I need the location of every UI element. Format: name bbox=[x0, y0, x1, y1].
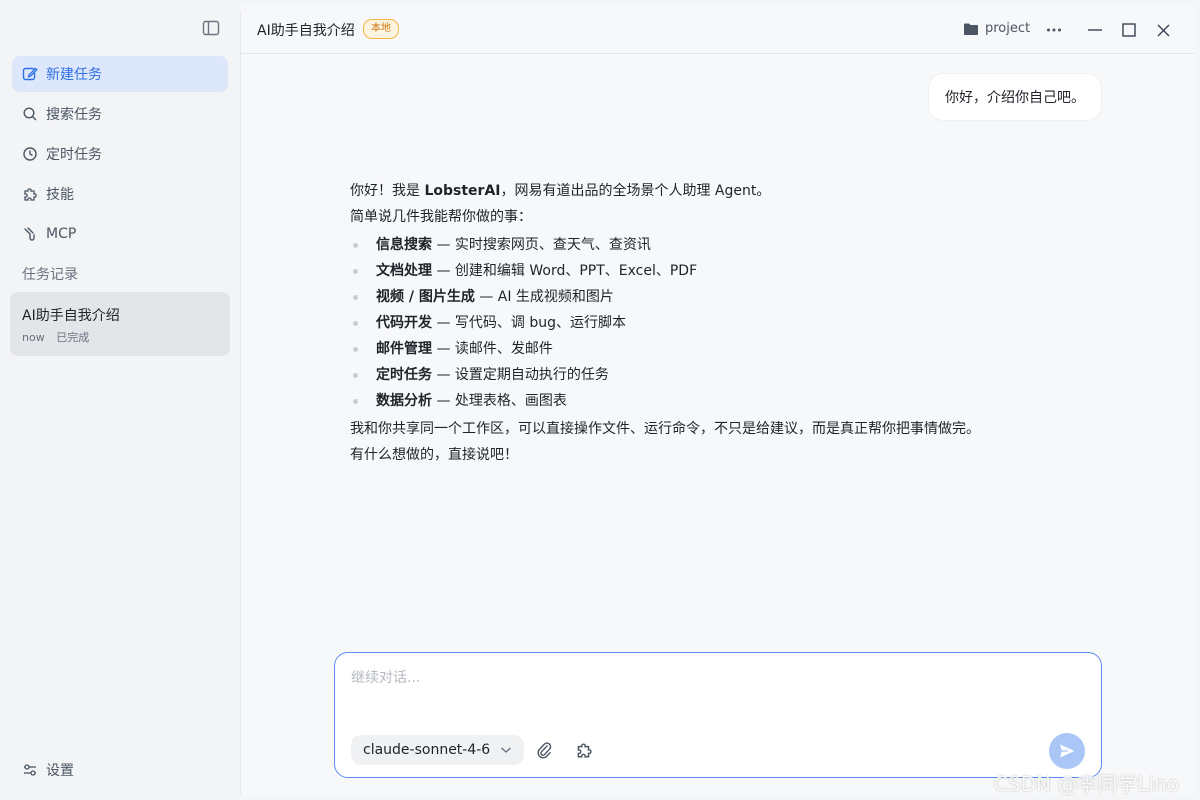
assistant-lead: 简单说几件我能帮你做的事： bbox=[350, 209, 532, 225]
more-icon[interactable] bbox=[1046, 22, 1062, 38]
settings-button[interactable]: 设置 bbox=[22, 760, 74, 780]
item-desc: — 实时搜索网页、查天气、查资讯 bbox=[432, 237, 651, 253]
model-selector[interactable]: claude-sonnet-4-6 bbox=[351, 735, 525, 765]
model-name: claude-sonnet-4-6 bbox=[363, 742, 491, 758]
folder-icon bbox=[963, 22, 979, 36]
close-icon[interactable] bbox=[1155, 22, 1171, 38]
status-badge: 本地 bbox=[363, 19, 399, 39]
message-composer: claude-sonnet-4-6 bbox=[334, 652, 1102, 778]
send-icon bbox=[1058, 742, 1076, 760]
sidebar-item-label: MCP bbox=[46, 226, 77, 242]
item-desc: — 设置定期自动执行的任务 bbox=[432, 367, 609, 383]
capability-list: 信息搜索 — 实时搜索网页、查天气、查资讯 文档处理 — 创建和编辑 Word、… bbox=[350, 232, 1050, 414]
task-history-item[interactable]: AI助手自我介绍 now 已完成 bbox=[10, 292, 230, 356]
chevron-down-icon bbox=[500, 746, 512, 754]
sidebar-item-scheduled-task[interactable]: 定时任务 bbox=[12, 136, 228, 172]
watermark: CSDN @李同学Lino bbox=[994, 772, 1179, 796]
mcp-icon bbox=[22, 226, 38, 242]
sidebar-item-label: 定时任务 bbox=[46, 147, 102, 163]
sidebar-item-search-task[interactable]: 搜索任务 bbox=[12, 96, 228, 132]
item-title: 邮件管理 bbox=[376, 341, 432, 357]
message-input[interactable] bbox=[349, 665, 1083, 699]
task-history-title: 任务记录 bbox=[22, 267, 78, 283]
edit-icon bbox=[22, 66, 38, 82]
list-item: 邮件管理 — 读邮件、发邮件 bbox=[350, 336, 1050, 362]
user-message: 你好，介绍你自己吧。 bbox=[929, 74, 1101, 120]
search-icon bbox=[22, 106, 38, 122]
assistant-intro: 你好！我是 LobsterAI，网易有道出品的全场景个人助理 Agent。 bbox=[350, 178, 1050, 204]
sidebar-item-mcp[interactable]: MCP bbox=[12, 216, 228, 252]
sidebar-item-label: 新建任务 bbox=[46, 67, 102, 83]
item-desc: — 创建和编辑 Word、PPT、Excel、PDF bbox=[432, 263, 698, 279]
task-status: 已完成 bbox=[56, 331, 90, 344]
list-item: 定时任务 — 设置定期自动执行的任务 bbox=[350, 362, 1050, 388]
list-item: 数据分析 — 处理表格、画图表 bbox=[350, 388, 1050, 414]
project-label: project bbox=[985, 21, 1031, 36]
item-title: 视频 / 图片生成 bbox=[376, 289, 475, 305]
task-time: now bbox=[22, 331, 45, 344]
assistant-closing: 我和你共享同一个工作区，可以直接操作文件、运行命令，不只是给建议，而是真正帮你把… bbox=[350, 421, 980, 437]
project-folder-button[interactable]: project bbox=[963, 21, 1030, 36]
sidebar: 新建任务 搜索任务 定时任务 技能 MCP 任务记录 AI助手自我介绍 now … bbox=[0, 0, 240, 800]
list-item: 信息搜索 — 实时搜索网页、查天气、查资讯 bbox=[350, 232, 1050, 258]
item-desc: — 写代码、调 bug、运行脚本 bbox=[432, 315, 626, 331]
list-item: 文档处理 — 创建和编辑 Word、PPT、Excel、PDF bbox=[350, 258, 1050, 284]
clock-icon bbox=[22, 146, 38, 162]
task-title: AI助手自我介绍 bbox=[22, 308, 120, 324]
sidebar-panel-icon[interactable] bbox=[202, 20, 222, 36]
item-desc: — AI 生成视频和图片 bbox=[474, 289, 614, 305]
intro-text: 你好！我是 bbox=[350, 183, 425, 199]
item-title: 数据分析 bbox=[376, 393, 432, 409]
settings-label: 设置 bbox=[46, 763, 74, 779]
item-desc: — 读邮件、发邮件 bbox=[432, 341, 553, 357]
page-title: AI助手自我介绍 bbox=[257, 23, 355, 39]
maximize-icon[interactable] bbox=[1121, 22, 1137, 38]
main-panel: AI助手自我介绍 本地 project 你好，介绍你自己吧。 你好！我是 Lob… bbox=[240, 6, 1195, 794]
app-window: 新建任务 搜索任务 定时任务 技能 MCP 任务记录 AI助手自我介绍 now … bbox=[0, 0, 1200, 800]
sidebar-nav: 新建任务 搜索任务 定时任务 技能 MCP bbox=[12, 56, 228, 256]
sidebar-item-new-task[interactable]: 新建任务 bbox=[12, 56, 228, 92]
attachment-icon[interactable] bbox=[535, 741, 553, 759]
minimize-icon[interactable] bbox=[1087, 22, 1103, 38]
list-item: 代码开发 — 写代码、调 bug、运行脚本 bbox=[350, 310, 1050, 336]
assistant-closing-2: 有什么想做的，直接说吧！ bbox=[350, 447, 518, 463]
task-meta: now 已完成 bbox=[22, 329, 89, 345]
puzzle-icon[interactable] bbox=[575, 741, 593, 759]
sidebar-item-label: 搜索任务 bbox=[46, 107, 102, 123]
item-title: 代码开发 bbox=[376, 315, 432, 331]
topbar: AI助手自我介绍 本地 project bbox=[241, 6, 1195, 54]
item-title: 信息搜索 bbox=[376, 237, 432, 253]
send-button[interactable] bbox=[1049, 733, 1085, 769]
sidebar-item-label: 技能 bbox=[46, 187, 74, 203]
puzzle-icon bbox=[22, 186, 38, 202]
sidebar-item-skills[interactable]: 技能 bbox=[12, 176, 228, 212]
item-desc: — 处理表格、画图表 bbox=[432, 393, 567, 409]
assistant-message: 你好！我是 LobsterAI，网易有道出品的全场景个人助理 Agent。 简单… bbox=[350, 178, 1050, 468]
item-title: 文档处理 bbox=[376, 263, 432, 279]
intro-text-end: ，网易有道出品的全场景个人助理 Agent。 bbox=[500, 183, 771, 199]
sliders-icon bbox=[22, 762, 38, 778]
list-item: 视频 / 图片生成 — AI 生成视频和图片 bbox=[350, 284, 1050, 310]
assistant-name: LobsterAI bbox=[424, 183, 501, 199]
item-title: 定时任务 bbox=[376, 367, 432, 383]
